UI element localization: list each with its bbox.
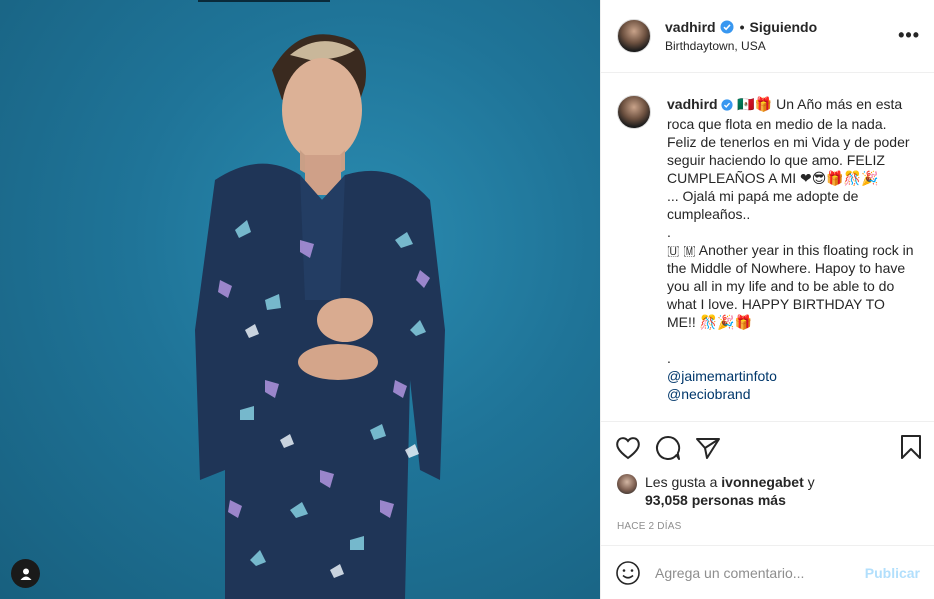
comment-input[interactable] [655,564,865,581]
instagram-post-view: vadhird • Siguiendo Birthdaytown, USA ••… [0,0,934,599]
caption: vadhird 🇲🇽🎁 Un Año más en esta roca que … [667,95,917,421]
caption-paragraph-1: vadhird 🇲🇽🎁 Un Año más en esta roca que … [667,95,917,187]
likes-text: Les gusta a ivonnegabet y 93,058 persona… [645,473,815,509]
likes-prefix: Les gusta a [645,474,718,490]
header-text: vadhird • Siguiendo Birthdaytown, USA [665,19,817,53]
header-row: vadhird • Siguiendo [665,19,817,35]
mention-link-1[interactable]: @jaimemartinfoto [667,367,917,385]
author-username[interactable]: vadhird [665,19,716,35]
post-header: vadhird • Siguiendo Birthdaytown, USA ••… [601,0,934,73]
post-timestamp[interactable]: HACE 2 DÍAS [601,509,934,545]
verified-badge-icon [720,20,734,34]
comment-bubble-icon[interactable] [655,435,681,461]
caption-paragraph-2: ... Ojalá mi papá me adopte de cumpleaño… [667,188,859,222]
liker-avatar[interactable] [617,474,637,494]
post-side-panel: vadhird • Siguiendo Birthdaytown, USA ••… [600,0,934,599]
caption-author-avatar[interactable] [617,95,651,129]
save-bookmark-icon[interactable] [900,434,922,465]
likes-summary: Les gusta a ivonnegabet y 93,058 persona… [601,473,934,509]
separator-dot: • [739,19,745,35]
comment-box: Publicar [601,545,934,599]
mention-link-2[interactable]: @neciobrand [667,385,917,403]
liker-username[interactable]: ivonnegabet [721,474,803,490]
likes-count[interactable]: 93,058 personas más [645,492,786,508]
share-paper-plane-icon[interactable] [695,436,721,460]
likes-conj: y [807,474,815,490]
post-actions [601,421,934,473]
caption-dot: . [667,350,671,366]
following-button[interactable]: Siguiendo [749,19,817,35]
author-avatar[interactable] [617,19,651,53]
caption-username[interactable]: vadhird [667,96,718,112]
post-location[interactable]: Birthdaytown, USA [665,39,817,53]
more-options-icon[interactable]: ••• [898,26,920,44]
caption-paragraph-3: . [667,224,671,240]
post-photo[interactable] [0,0,600,599]
man-in-suit-illustration [195,34,445,599]
person-icon [20,568,31,580]
caption-paragraph-4: 🇺 🇲 Another year in this floating rock i… [667,242,914,330]
like-heart-icon[interactable] [615,436,641,460]
tagged-users-button[interactable] [11,559,40,588]
caption-verified-badge-icon [721,97,734,115]
publish-button[interactable]: Publicar [865,565,920,581]
emoji-smiley-icon[interactable] [615,560,641,586]
caption-area: vadhird 🇲🇽🎁 Un Año más en esta roca que … [601,73,934,421]
